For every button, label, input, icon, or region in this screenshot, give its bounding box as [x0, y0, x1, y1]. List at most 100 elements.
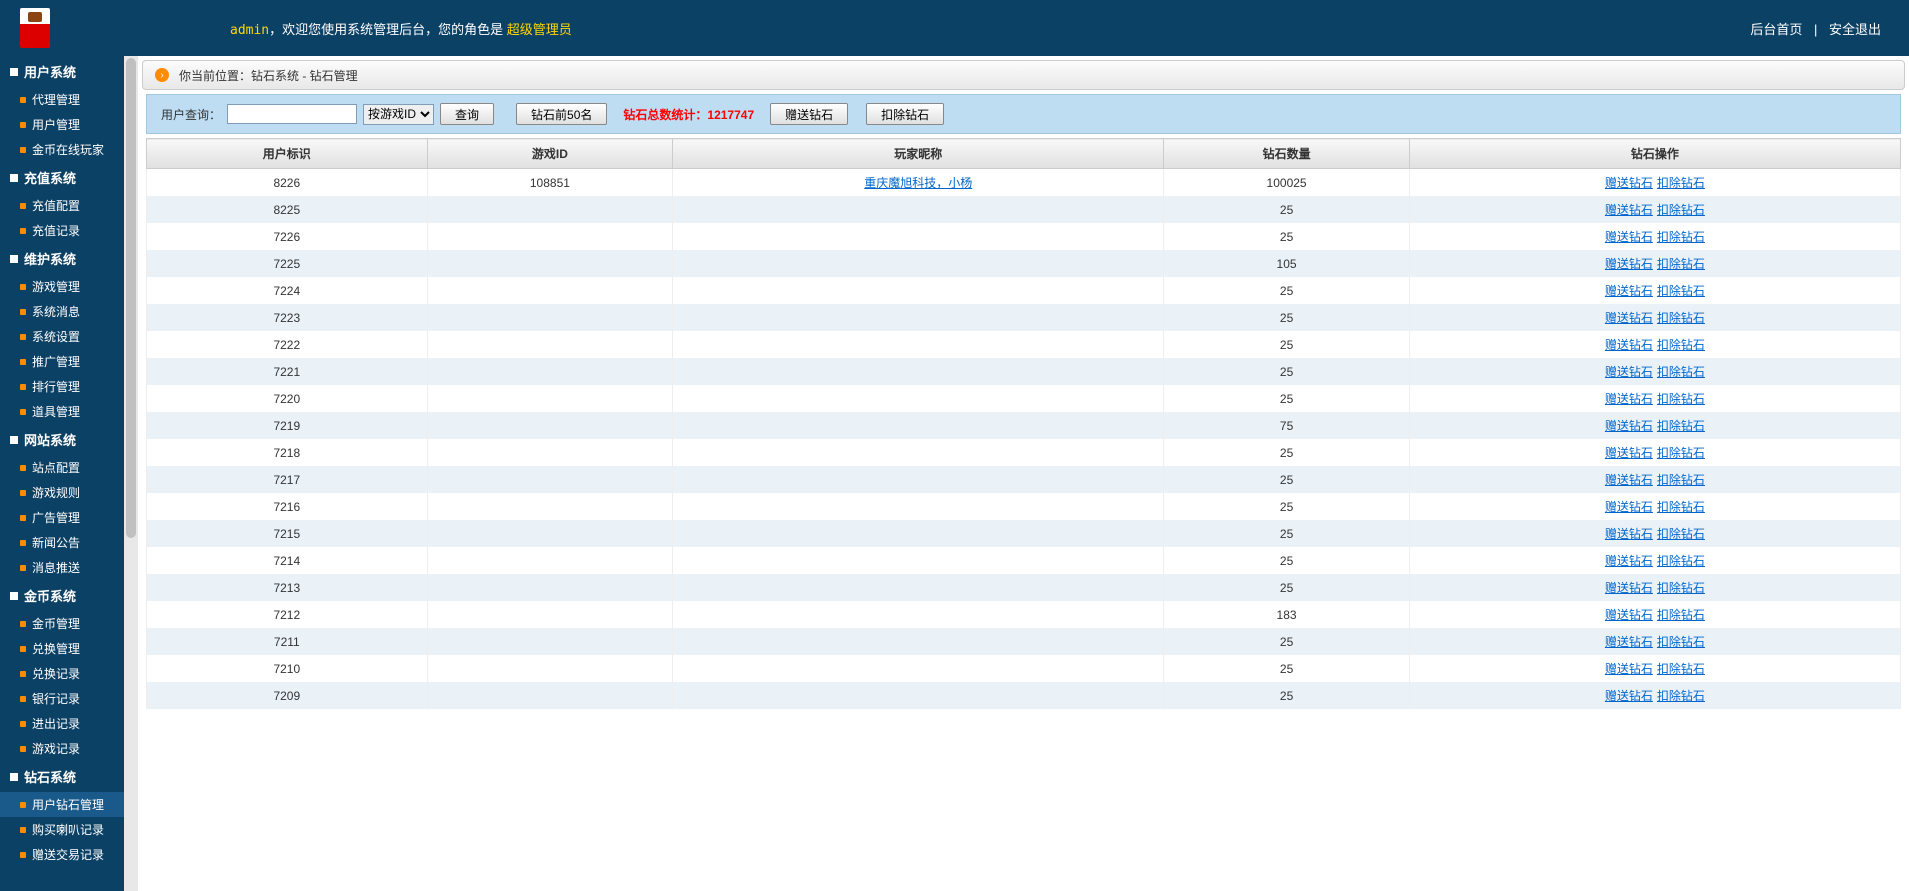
cell-ops: 赠送钻石扣除钻石 — [1409, 547, 1900, 574]
nav-item-用户管理[interactable]: 用户管理 — [0, 112, 124, 137]
nav-group-钻石系统[interactable]: 钻石系统 — [0, 761, 124, 792]
row-deduct-link[interactable]: 扣除钻石 — [1657, 608, 1705, 622]
row-deduct-link[interactable]: 扣除钻石 — [1657, 581, 1705, 595]
deduct-diamond-button[interactable]: 扣除钻石 — [866, 103, 944, 125]
logout-link[interactable]: 安全退出 — [1821, 22, 1889, 37]
row-give-link[interactable]: 赠送钻石 — [1605, 635, 1653, 649]
cell-uid: 7226 — [147, 223, 428, 250]
nav-item-充值记录[interactable]: 充值记录 — [0, 218, 124, 243]
row-deduct-link[interactable]: 扣除钻石 — [1657, 176, 1705, 190]
row-deduct-link[interactable]: 扣除钻石 — [1657, 527, 1705, 541]
row-give-link[interactable]: 赠送钻石 — [1605, 662, 1653, 676]
col-header: 用户标识 — [147, 139, 428, 169]
nav-item-系统消息[interactable]: 系统消息 — [0, 299, 124, 324]
nav-item-银行记录[interactable]: 银行记录 — [0, 686, 124, 711]
nav-group-金币系统[interactable]: 金币系统 — [0, 580, 124, 611]
nav-item-游戏管理[interactable]: 游戏管理 — [0, 274, 124, 299]
nav-item-游戏规则[interactable]: 游戏规则 — [0, 480, 124, 505]
cell-uid: 7221 — [147, 358, 428, 385]
row-deduct-link[interactable]: 扣除钻石 — [1657, 338, 1705, 352]
nav-item-代理管理[interactable]: 代理管理 — [0, 87, 124, 112]
nav-item-充值配置[interactable]: 充值配置 — [0, 193, 124, 218]
row-deduct-link[interactable]: 扣除钻石 — [1657, 392, 1705, 406]
nav-item-兑换管理[interactable]: 兑换管理 — [0, 636, 124, 661]
home-link[interactable]: 后台首页 — [1742, 22, 1810, 37]
row-deduct-link[interactable]: 扣除钻石 — [1657, 311, 1705, 325]
row-give-link[interactable]: 赠送钻石 — [1605, 365, 1653, 379]
row-give-link[interactable]: 赠送钻石 — [1605, 419, 1653, 433]
nav-item-用户钻石管理[interactable]: 用户钻石管理 — [0, 792, 124, 817]
row-give-link[interactable]: 赠送钻石 — [1605, 581, 1653, 595]
row-deduct-link[interactable]: 扣除钻石 — [1657, 500, 1705, 514]
nav-item-金币管理[interactable]: 金币管理 — [0, 611, 124, 636]
row-give-link[interactable]: 赠送钻石 — [1605, 311, 1653, 325]
nav-item-推广管理[interactable]: 推广管理 — [0, 349, 124, 374]
stat-value: 1217747 — [707, 108, 754, 122]
col-header: 钻石操作 — [1409, 139, 1900, 169]
cell-gameid — [427, 358, 673, 385]
nav-item-站点配置[interactable]: 站点配置 — [0, 455, 124, 480]
row-give-link[interactable]: 赠送钻石 — [1605, 500, 1653, 514]
row-deduct-link[interactable]: 扣除钻石 — [1657, 554, 1705, 568]
row-deduct-link[interactable]: 扣除钻石 — [1657, 473, 1705, 487]
nav-item-道具管理[interactable]: 道具管理 — [0, 399, 124, 424]
row-deduct-link[interactable]: 扣除钻石 — [1657, 662, 1705, 676]
nav-item-新闻公告[interactable]: 新闻公告 — [0, 530, 124, 555]
row-give-link[interactable]: 赠送钻石 — [1605, 338, 1653, 352]
row-deduct-link[interactable]: 扣除钻石 — [1657, 689, 1705, 703]
row-deduct-link[interactable]: 扣除钻石 — [1657, 635, 1705, 649]
row-deduct-link[interactable]: 扣除钻石 — [1657, 446, 1705, 460]
row-give-link[interactable]: 赠送钻石 — [1605, 284, 1653, 298]
give-diamond-button[interactable]: 赠送钻石 — [770, 103, 848, 125]
nav-item-进出记录[interactable]: 进出记录 — [0, 711, 124, 736]
row-give-link[interactable]: 赠送钻石 — [1605, 473, 1653, 487]
cell-ops: 赠送钻石扣除钻石 — [1409, 304, 1900, 331]
nav-item-兑换记录[interactable]: 兑换记录 — [0, 661, 124, 686]
row-give-link[interactable]: 赠送钻石 — [1605, 446, 1653, 460]
nav-item-排行管理[interactable]: 排行管理 — [0, 374, 124, 399]
cell-uid: 7212 — [147, 601, 428, 628]
cell-gameid — [427, 628, 673, 655]
sidebar-scrollbar[interactable] — [124, 56, 138, 891]
cell-gameid — [427, 412, 673, 439]
table-row: 722425赠送钻石扣除钻石 — [147, 277, 1901, 304]
row-give-link[interactable]: 赠送钻石 — [1605, 689, 1653, 703]
cell-amount: 75 — [1164, 412, 1410, 439]
row-give-link[interactable]: 赠送钻石 — [1605, 176, 1653, 190]
nav-item-购买喇叭记录[interactable]: 购买喇叭记录 — [0, 817, 124, 842]
row-give-link[interactable]: 赠送钻石 — [1605, 230, 1653, 244]
nickname-link[interactable]: 重庆魔旭科技，小杨 — [864, 176, 972, 190]
query-button[interactable]: 查询 — [440, 103, 494, 125]
row-give-link[interactable]: 赠送钻石 — [1605, 203, 1653, 217]
row-deduct-link[interactable]: 扣除钻石 — [1657, 257, 1705, 271]
row-deduct-link[interactable]: 扣除钻石 — [1657, 230, 1705, 244]
search-by-select[interactable]: 按游戏ID — [363, 104, 434, 125]
nav-item-广告管理[interactable]: 广告管理 — [0, 505, 124, 530]
row-give-link[interactable]: 赠送钻石 — [1605, 392, 1653, 406]
nav-item-赠送交易记录[interactable]: 赠送交易记录 — [0, 842, 124, 867]
row-give-link[interactable]: 赠送钻石 — [1605, 554, 1653, 568]
row-deduct-link[interactable]: 扣除钻石 — [1657, 284, 1705, 298]
scrollbar-thumb[interactable] — [126, 58, 136, 538]
top50-button[interactable]: 钻石前50名 — [516, 103, 607, 125]
row-deduct-link[interactable]: 扣除钻石 — [1657, 419, 1705, 433]
nav-item-游戏记录[interactable]: 游戏记录 — [0, 736, 124, 761]
row-deduct-link[interactable]: 扣除钻石 — [1657, 365, 1705, 379]
nav-group-维护系统[interactable]: 维护系统 — [0, 243, 124, 274]
nav-item-消息推送[interactable]: 消息推送 — [0, 555, 124, 580]
nav-group-用户系统[interactable]: 用户系统 — [0, 56, 124, 87]
nav-group-充值系统[interactable]: 充值系统 — [0, 162, 124, 193]
cell-uid: 8225 — [147, 196, 428, 223]
row-deduct-link[interactable]: 扣除钻石 — [1657, 203, 1705, 217]
nav-item-金币在线玩家[interactable]: 金币在线玩家 — [0, 137, 124, 162]
row-give-link[interactable]: 赠送钻石 — [1605, 527, 1653, 541]
cell-amount: 25 — [1164, 547, 1410, 574]
nav-group-网站系统[interactable]: 网站系统 — [0, 424, 124, 455]
cell-ops: 赠送钻石扣除钻石 — [1409, 493, 1900, 520]
cell-nickname — [673, 196, 1164, 223]
cell-nickname — [673, 331, 1164, 358]
row-give-link[interactable]: 赠送钻石 — [1605, 257, 1653, 271]
row-give-link[interactable]: 赠送钻石 — [1605, 608, 1653, 622]
nav-item-系统设置[interactable]: 系统设置 — [0, 324, 124, 349]
search-input[interactable] — [227, 104, 357, 124]
